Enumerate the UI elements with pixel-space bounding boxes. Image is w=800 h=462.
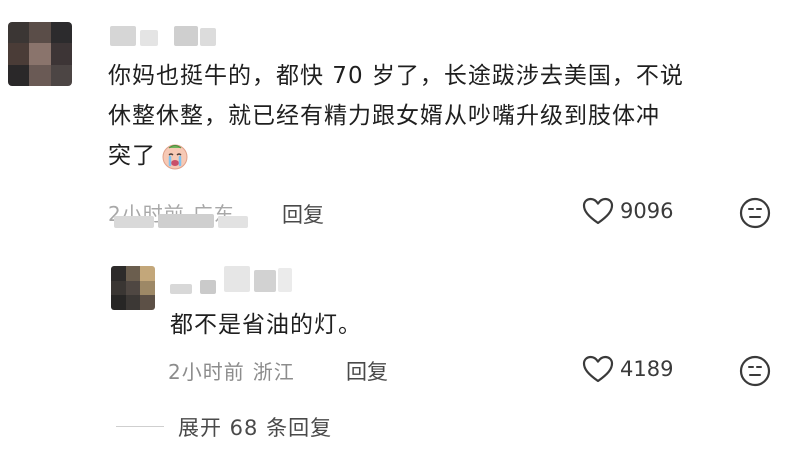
comment-meta: 2小时前 浙江: [168, 356, 295, 385]
reply-button[interactable]: 回复: [282, 199, 324, 229]
comment-time: 2小时前: [168, 360, 245, 384]
neutral-face-icon: [738, 196, 772, 230]
like-count: 4189: [620, 357, 674, 381]
heart-icon: [582, 354, 614, 384]
avatar[interactable]: [111, 266, 155, 310]
crying-face-icon: [160, 141, 190, 171]
heart-icon: [582, 196, 614, 226]
avatar[interactable]: [8, 22, 72, 86]
meta-blur-overlay: [108, 212, 268, 228]
comment-line: 你妈也挺牛的，都快 70 岁了，长途跋涉去美国，不说: [108, 63, 684, 89]
like-button[interactable]: 9096: [582, 196, 673, 226]
dislike-button[interactable]: [738, 354, 772, 392]
comment-text: 都不是省油的灯。: [170, 312, 362, 338]
dislike-button[interactable]: [738, 196, 772, 234]
like-button[interactable]: 4189: [582, 354, 673, 384]
comment-line: 突了: [108, 143, 156, 169]
username-blurred[interactable]: [110, 26, 230, 48]
reply-button[interactable]: 回复: [346, 356, 388, 386]
expand-divider: [116, 426, 164, 427]
comment-text: 你妈也挺牛的，都快 70 岁了，长途跋涉去美国，不说 休整休整，就已经有精力跟女…: [108, 56, 788, 176]
comment-line: 休整休整，就已经有精力跟女婿从吵嘴升级到肢体冲: [108, 103, 660, 129]
like-count: 9096: [620, 199, 674, 223]
neutral-face-icon: [738, 354, 772, 388]
comment-location: 浙江: [252, 360, 295, 384]
username-blurred[interactable]: [170, 266, 300, 296]
expand-replies-button[interactable]: 展开 68 条回复: [178, 412, 332, 442]
